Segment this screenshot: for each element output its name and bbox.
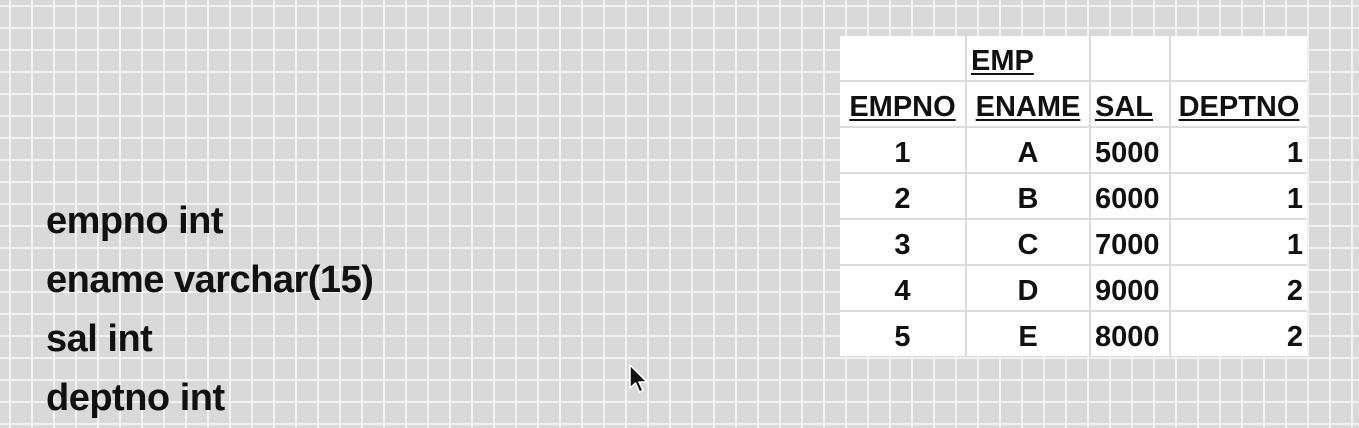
table-cell: 6000 bbox=[1090, 173, 1171, 220]
schema-field-deptno: deptno int bbox=[46, 377, 225, 419]
table-cell: C bbox=[966, 219, 1091, 266]
table-cell: 2 bbox=[1286, 321, 1303, 353]
column-header-empno: EMPNO bbox=[840, 81, 967, 128]
table-cell: 1 bbox=[840, 127, 967, 174]
table-row: 2 B 6000 1 bbox=[840, 173, 1307, 220]
table-cell: 2 bbox=[840, 173, 967, 220]
column-header-sal: SAL bbox=[1090, 81, 1171, 128]
column-header-deptno: DEPTNO bbox=[1170, 81, 1307, 128]
table-cell: 5 bbox=[840, 311, 967, 356]
table-row: 3 C 7000 1 bbox=[840, 219, 1307, 266]
table-title: EMP bbox=[966, 36, 1091, 82]
table-cell: 8000 bbox=[1090, 311, 1171, 356]
table-cell: 1 bbox=[1170, 219, 1307, 266]
table-title-row: EMP bbox=[840, 36, 1307, 82]
table-cell: 1 bbox=[1170, 127, 1307, 174]
column-header-ename: ENAME bbox=[966, 81, 1091, 128]
schema-definition: empno int ename varchar(15) sal int dept… bbox=[46, 192, 374, 428]
table-row: 1 A 5000 1 bbox=[840, 127, 1307, 174]
table-cell: 9000 bbox=[1090, 265, 1171, 312]
table-cell bbox=[840, 36, 967, 82]
table-cell: 1 bbox=[1170, 173, 1307, 220]
schema-field-ename: ename varchar(15) bbox=[46, 259, 374, 301]
table-cell bbox=[1170, 36, 1307, 82]
table-header-row: EMPNO ENAME SAL DEPTNO bbox=[840, 81, 1307, 128]
table-cell bbox=[1090, 36, 1171, 82]
table-row: 5 E 8000 2 bbox=[840, 311, 1307, 356]
table-cell: 4 bbox=[840, 265, 967, 312]
table-cell: 2 bbox=[1170, 265, 1307, 312]
table-cell: 3 bbox=[840, 219, 967, 266]
table-cell: 7000 bbox=[1090, 219, 1171, 266]
schema-field-sal: sal int bbox=[46, 318, 153, 360]
table-cell: A bbox=[966, 127, 1091, 174]
emp-table: EMP EMPNO ENAME SAL DEPTNO 1 A 5000 1 2 … bbox=[840, 36, 1307, 356]
schema-field-empno: empno int bbox=[46, 200, 224, 242]
table-cell: D bbox=[966, 265, 1091, 312]
table-cell: E bbox=[966, 311, 1091, 356]
mouse-pointer-icon bbox=[629, 364, 648, 393]
table-cell: B bbox=[966, 173, 1091, 220]
emp-table-sheet: EMP EMPNO ENAME SAL DEPTNO 1 A 5000 1 2 … bbox=[840, 36, 1307, 356]
table-cell: 5000 bbox=[1090, 127, 1171, 174]
table-row: 4 D 9000 2 bbox=[840, 265, 1307, 312]
